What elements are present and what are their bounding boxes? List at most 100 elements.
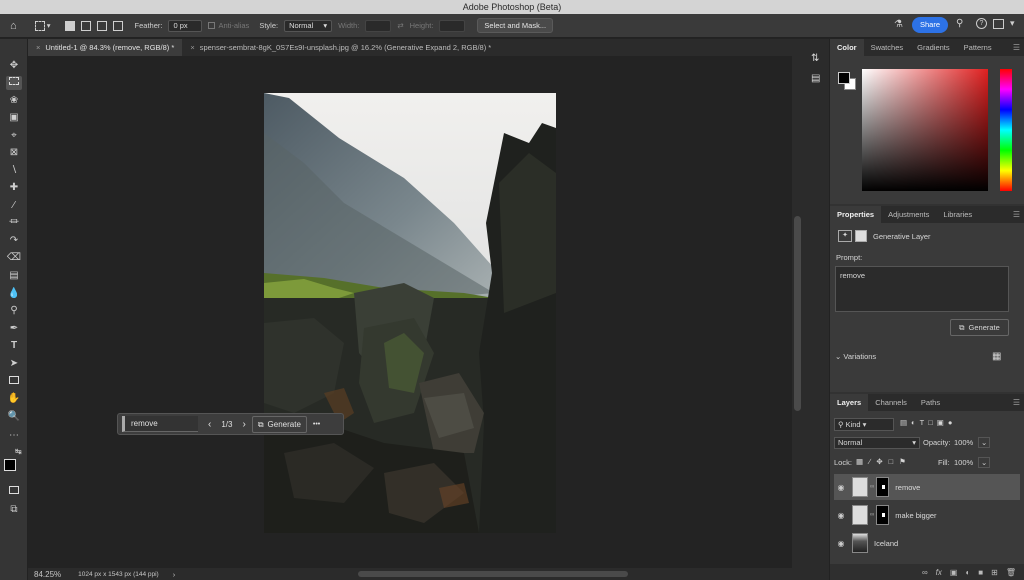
more-tools-icon[interactable]: ⋯ [6,429,22,443]
history-brush-tool-icon[interactable]: ↷ [6,234,22,248]
quick-mask-icon[interactable] [6,485,22,499]
add-mask-icon[interactable]: ▣ [950,568,958,577]
new-selection-icon[interactable] [65,21,75,31]
hand-tool-icon[interactable]: ✋ [6,392,22,406]
variations-toggle[interactable]: ⌄ Variations [835,352,876,361]
hue-slider[interactable] [1000,69,1012,191]
fill-input[interactable]: 100% [954,458,973,467]
tab-gradients[interactable]: Gradients [910,39,957,56]
prompt-textarea[interactable]: remove [835,266,1009,312]
kind-filter-select[interactable]: ⚲ Kind ▾ [834,418,894,431]
expand-icon[interactable]: ▾ [1010,18,1015,29]
height-input[interactable] [439,20,465,32]
screen-mode-icon[interactable]: ⧉ [6,503,22,517]
fill-dropdown-icon[interactable]: ⌄ [978,457,990,468]
generative-prompt-input[interactable]: remove [122,416,198,432]
crop-tool-icon[interactable]: ⌖ [6,129,22,143]
tab-untitled-1[interactable]: ×Untitled-1 @ 84.3% (remove, RGB/8) * [28,39,182,56]
tab-paths[interactable]: Paths [914,394,947,411]
visibility-eye-icon[interactable]: ◉ [834,511,848,520]
tab-swatches[interactable]: Swatches [864,39,911,56]
layer-mask-thumbnail[interactable] [876,505,889,525]
healing-brush-tool-icon[interactable]: ✚ [6,181,22,195]
style-select[interactable]: Normal▾ [284,20,332,32]
fx-icon[interactable]: fx [936,568,942,577]
feather-input[interactable]: 0 px [168,20,202,32]
opacity-dropdown-icon[interactable]: ⌄ [978,437,990,448]
marquee-tool-icon[interactable] [6,76,22,90]
link-layers-icon[interactable]: ∞ [922,568,928,577]
path-selection-tool-icon[interactable]: ➤ [6,357,22,371]
swap-icon[interactable]: ⇄ [397,21,403,30]
grid-view-icon[interactable]: ▦ [992,351,1001,362]
tab-channels[interactable]: Channels [868,394,914,411]
home-icon[interactable]: ⌂ [10,20,17,32]
brush-tool-icon[interactable]: ∕ [6,199,22,213]
adjustment-layer-icon[interactable]: ◐ [965,568,970,577]
gradient-tool-icon[interactable]: ▤ [6,269,22,283]
vertical-scrollbar[interactable] [792,56,804,568]
help-icon[interactable]: ? [976,18,987,29]
tab-spenser-sembrat[interactable]: ×spenser-sembrat-8gK_0S7Es9I-unsplash.jp… [182,39,499,56]
panel-menu-icon[interactable]: ☰ [1013,210,1020,219]
tab-patterns[interactable]: Patterns [957,39,999,56]
frame-tool-icon[interactable]: ⊠ [6,146,22,160]
select-and-mask-button[interactable]: Select and Mask... [477,18,553,33]
delete-layer-icon[interactable]: 🗑 [1006,568,1016,577]
clone-stamp-tool-icon[interactable]: ⏛ [6,216,22,230]
close-icon[interactable]: × [190,43,194,52]
new-group-icon[interactable]: ■ [978,568,983,577]
subtract-selection-icon[interactable] [97,21,107,31]
move-tool-icon[interactable]: ✥ [6,59,22,73]
zoom-tool-icon[interactable]: 🔍 [6,410,22,424]
layer-mask-thumbnail[interactable] [876,477,889,497]
panel-menu-icon[interactable]: ☰ [1013,398,1020,407]
generate-button[interactable]: ⧉ Generate [252,416,307,433]
horizontal-scroll-thumb[interactable] [358,571,628,577]
marquee-preset-icon[interactable]: ▾ [35,21,51,31]
panel-foreground-swatch[interactable] [838,72,850,84]
search-icon[interactable]: ⚲ [956,18,963,29]
generative-history-icon[interactable]: ⇅ [811,53,819,64]
color-field[interactable] [862,69,988,191]
panel-menu-icon[interactable]: ☰ [1013,43,1020,52]
comments-icon[interactable]: ▤ [811,73,820,84]
intersect-selection-icon[interactable] [113,21,123,31]
dodge-tool-icon[interactable]: ⚲ [6,304,22,318]
width-input[interactable] [365,20,391,32]
lock-icons[interactable]: ▦∕✥□⚑ [856,457,912,466]
blend-mode-select[interactable]: Normal▾ [834,437,920,449]
tab-libraries[interactable]: Libraries [936,206,979,223]
opacity-input[interactable]: 100% [954,438,973,447]
tab-layers[interactable]: Layers [830,394,868,411]
visibility-eye-icon[interactable]: ◉ [834,539,848,548]
anti-alias-checkbox[interactable]: Anti-alias [208,21,249,30]
properties-generate-button[interactable]: ⧉ Generate [950,319,1009,336]
eraser-tool-icon[interactable]: ⌫ [6,251,22,265]
tab-color[interactable]: Color [830,39,864,56]
share-button[interactable]: Share [912,17,948,33]
rectangle-tool-icon[interactable] [6,375,22,389]
type-tool-icon[interactable]: T [6,339,22,353]
add-selection-icon[interactable] [81,21,91,31]
swap-colors-icon[interactable]: ↹ [15,447,22,456]
chevron-left-icon[interactable]: ‹ [208,419,211,430]
more-options-icon[interactable]: ••• [313,421,320,428]
close-icon[interactable]: × [36,43,40,52]
flask-icon[interactable]: ⚗ [894,19,903,30]
zoom-level[interactable]: 84.25% [34,570,61,579]
visibility-eye-icon[interactable]: ◉ [834,483,848,492]
new-layer-icon[interactable]: ⊞ [991,568,998,577]
tab-properties[interactable]: Properties [830,206,881,223]
blur-tool-icon[interactable]: 💧 [6,287,22,301]
foreground-color-swatch[interactable] [4,459,16,471]
layer-row-remove[interactable]: ◉ ∞ remove [834,474,1020,500]
workspace-icon[interactable] [993,19,1004,29]
eyedropper-tool-icon[interactable]: ∖ [6,164,22,178]
pen-tool-icon[interactable]: ✒ [6,322,22,336]
tab-adjustments[interactable]: Adjustments [881,206,936,223]
lasso-tool-icon[interactable]: ❀ [6,94,22,108]
chevron-right-icon[interactable]: › [242,419,245,430]
object-select-tool-icon[interactable]: ▣ [6,111,22,125]
layer-row-iceland[interactable]: ◉ Iceland [834,530,1020,556]
